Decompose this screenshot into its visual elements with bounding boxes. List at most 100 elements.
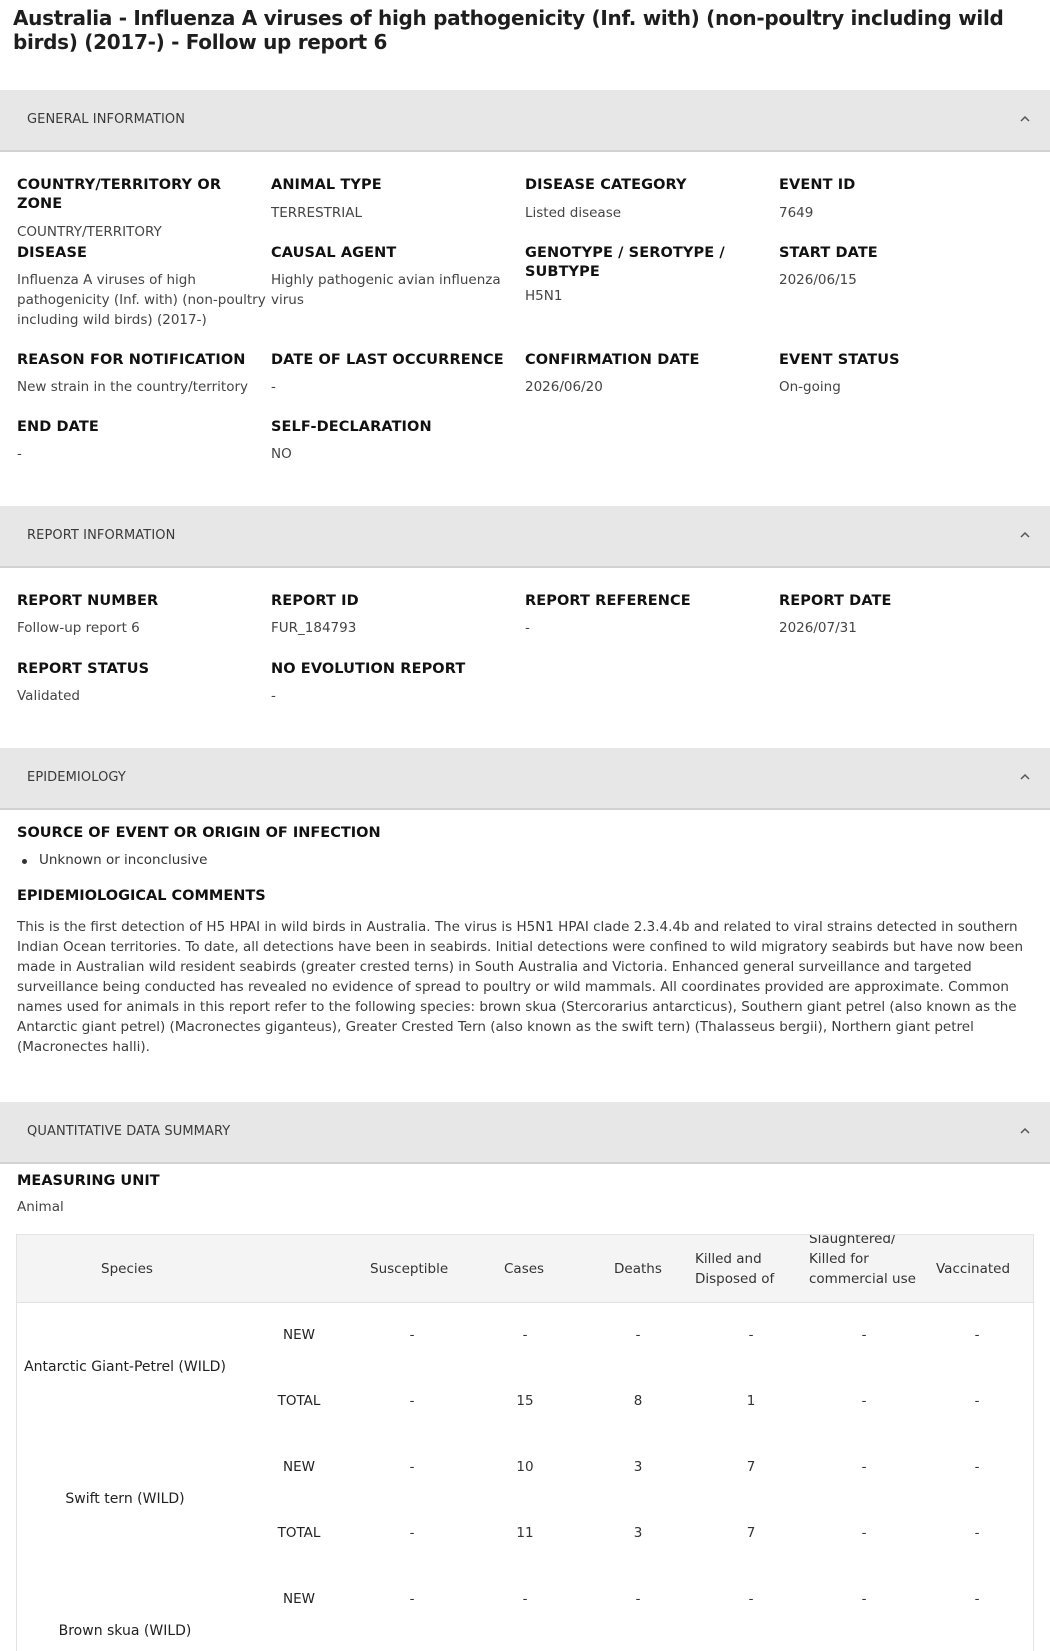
field-causal-agent: CAUSAL AGENT Highly pathogenic avian inf… [271,244,521,310]
field-value: Influenza A viruses of high pathogenicit… [17,272,266,328]
field-genotype: GENOTYPE / SEROTYPE / SUBTYPE H5N1 [525,244,745,306]
quantitative-table: Species Susceptible Cases Deaths Killed … [16,1234,1034,1651]
field-value: H5N1 [525,288,563,304]
cell-deaths: 3 [633,1459,643,1475]
row-type: TOTAL [277,1393,321,1409]
cell-slaughtered: - [861,1327,867,1343]
field-label: END DATE [17,419,99,435]
section-title: QUANTITATIVE DATA SUMMARY [27,1124,231,1139]
field-country: COUNTRY/TERRITORY OR ZONE COUNTRY/TERRIT… [17,176,267,242]
section-header-quantitative[interactable]: QUANTITATIVE DATA SUMMARY [0,1102,1050,1164]
cell-susceptible: - [409,1393,415,1409]
field-label: DISEASE [17,245,88,261]
cell-susceptible: - [409,1591,415,1607]
field-label: EVENT STATUS [779,352,900,368]
cell-deaths: - [635,1591,641,1607]
field-self-declaration: SELF-DECLARATION NO [271,418,521,464]
cell-killed: - [748,1327,754,1343]
cell-cases: 15 [516,1393,534,1409]
section-title: REPORT INFORMATION [27,528,176,543]
field-label: CONFIRMATION DATE [525,352,700,368]
field-disease: DISEASE Influenza A viruses of high path… [17,244,267,330]
chevron-up-icon[interactable] [1018,528,1032,542]
field-report-date: REPORT DATE 2026/07/31 [779,592,1029,638]
field-label: REPORT NUMBER [17,593,159,609]
field-value: 2026/06/20 [525,379,603,395]
field-value: FUR_184793 [271,620,357,636]
section-header-report[interactable]: REPORT INFORMATION [0,506,1050,568]
cell-slaughtered: - [861,1459,867,1475]
species-name: Swift tern (WILD) [65,1491,185,1507]
field-disease-category: DISEASE CATEGORY Listed disease [525,176,775,223]
header-species: Species [101,1261,153,1277]
cell-killed: 1 [746,1393,756,1409]
field-value: New strain in the country/territory [17,379,249,395]
field-report-reference: REPORT REFERENCE - [525,592,775,638]
cell-cases: 11 [516,1525,534,1541]
row-type: NEW [283,1459,315,1475]
cell-vaccinated: - [974,1591,980,1607]
field-label: ANIMAL TYPE [271,177,382,193]
field-value: - [271,688,276,704]
source-item: Unknown or inconclusive [21,852,208,868]
header-cases: Cases [504,1261,545,1277]
field-label: START DATE [779,245,878,261]
field-value: - [17,446,22,462]
field-start-date: START DATE 2026/06/15 [779,244,1029,290]
field-report-id: REPORT ID FUR_184793 [271,592,521,638]
chevron-up-icon[interactable] [1018,112,1032,126]
chevron-up-icon[interactable] [1018,1124,1032,1138]
cell-susceptible: - [409,1327,415,1343]
cell-deaths: - [635,1327,641,1343]
field-value: NO [271,446,292,462]
field-label: REPORT ID [271,593,359,609]
field-label: DISEASE CATEGORY [525,177,687,193]
cell-deaths: 8 [633,1393,643,1409]
field-no-evolution: NO EVOLUTION REPORT - [271,660,521,706]
table-header: Species Susceptible Cases Deaths Killed … [17,1235,1033,1303]
field-event-id: EVENT ID 7649 [779,176,1029,223]
chevron-up-icon[interactable] [1018,770,1032,784]
header-killed: Killed and Disposed of [695,1251,775,1287]
cell-slaughtered: - [861,1393,867,1409]
cell-killed: 7 [746,1459,756,1475]
field-value: On-going [779,379,841,395]
field-value: Validated [17,688,80,704]
section-header-general[interactable]: GENERAL INFORMATION [0,90,1050,152]
field-value: 2026/06/15 [779,272,857,288]
cell-slaughtered: - [861,1525,867,1541]
cell-vaccinated: - [974,1459,980,1475]
field-label: COUNTRY/TERRITORY OR ZONE [17,177,222,212]
header-deaths: Deaths [614,1261,662,1277]
field-label: REPORT STATUS [17,661,150,677]
source-label: SOURCE OF EVENT OR ORIGIN OF INFECTION [17,825,381,841]
cell-vaccinated: - [974,1327,980,1343]
field-value: TERRESTRIAL [271,205,362,221]
cell-cases: - [522,1327,528,1343]
section-title: EPIDEMIOLOGY [27,770,126,785]
field-label: DATE OF LAST OCCURRENCE [271,352,504,368]
section-title: GENERAL INFORMATION [27,112,186,127]
field-label: NO EVOLUTION REPORT [271,661,466,677]
header-vaccinated: Vaccinated [936,1261,1011,1277]
field-value: 2026/07/31 [779,620,857,636]
field-animal-type: ANIMAL TYPE TERRESTRIAL [271,176,521,223]
field-confirmation-date: CONFIRMATION DATE 2026/06/20 [525,351,775,397]
field-value: 7649 [779,205,814,221]
page-title: Australia - Influenza A viruses of high … [13,6,1004,54]
cell-cases: 10 [516,1459,534,1475]
measuring-unit-value: Animal [17,1199,64,1215]
measuring-unit-label: MEASURING UNIT [17,1173,160,1189]
field-value: Highly pathogenic avian influenza virus [271,272,501,308]
cell-cases: - [522,1591,528,1607]
field-value: Follow-up report 6 [17,620,140,636]
comments-label: EPIDEMIOLOGICAL COMMENTS [17,888,266,904]
species-name: Brown skua (WILD) [58,1623,192,1639]
header-slaughtered: Slaughtered/ Killed for commercial use [809,1235,916,1287]
cell-susceptible: - [409,1459,415,1475]
field-report-status: REPORT STATUS Validated [17,660,267,706]
cell-vaccinated: - [974,1525,980,1541]
header-susceptible: Susceptible [370,1261,449,1277]
cell-killed: - [748,1591,754,1607]
section-header-epidemiology[interactable]: EPIDEMIOLOGY [0,748,1050,810]
